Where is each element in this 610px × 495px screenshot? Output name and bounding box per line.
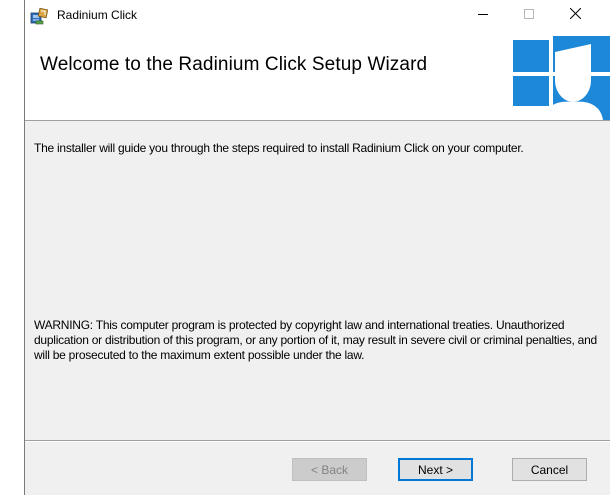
footer-separator <box>25 440 610 442</box>
wizard-header: Welcome to the Radinium Click Setup Wiza… <box>25 30 610 121</box>
maximize-icon <box>524 6 534 24</box>
intro-text: The installer will guide you through the… <box>34 141 524 155</box>
close-icon <box>569 6 581 24</box>
minimize-icon <box>478 6 488 24</box>
setup-wizard-window: Radinium Click Welcome to the Radinium C… <box>24 0 610 495</box>
minimize-button[interactable] <box>460 0 506 30</box>
cancel-button[interactable]: Cancel <box>512 458 587 481</box>
window-title: Radinium Click <box>57 8 138 22</box>
maximize-button[interactable] <box>506 0 552 30</box>
installer-app-icon <box>30 7 49 25</box>
back-button[interactable]: < Back <box>292 458 367 481</box>
page-title: Welcome to the Radinium Click Setup Wiza… <box>40 54 428 75</box>
close-button[interactable] <box>552 0 598 30</box>
windows-user-banner-icon <box>505 30 610 120</box>
next-button[interactable]: Next > <box>398 458 473 481</box>
copyright-warning-text: WARNING: This computer program is protec… <box>34 318 597 362</box>
title-bar[interactable]: Radinium Click <box>25 0 610 30</box>
